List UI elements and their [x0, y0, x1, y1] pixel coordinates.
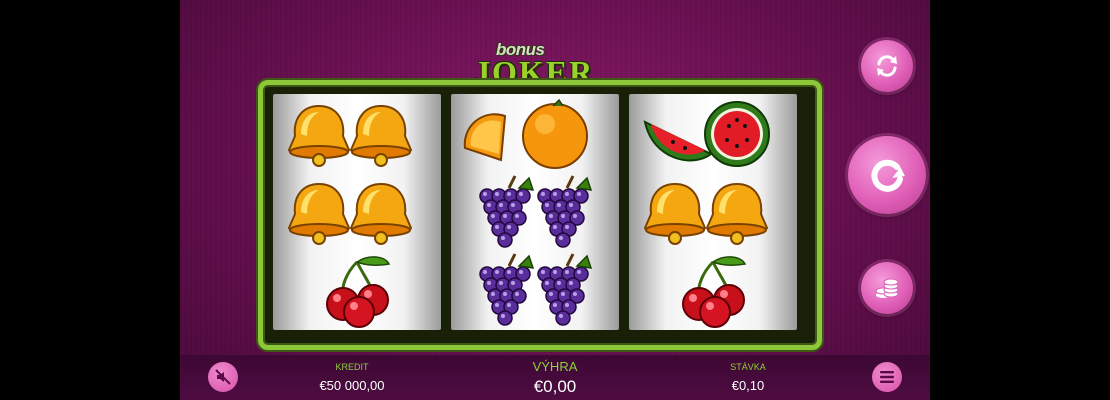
- sound-muted-icon: [215, 369, 231, 385]
- orange-symbol: [455, 96, 615, 172]
- watermelon-symbol: [633, 96, 793, 172]
- credit-label: KREDIT: [335, 362, 369, 372]
- menu-button[interactable]: [872, 362, 902, 392]
- sound-button[interactable]: [208, 362, 238, 392]
- autoplay-arrows-icon: [877, 55, 897, 77]
- bet-button[interactable]: [861, 262, 913, 314]
- reel-1: [273, 94, 441, 330]
- bet-display: STÁVKA €0,10: [668, 362, 828, 393]
- bell-symbol: [277, 174, 437, 250]
- credit-value: €50 000,00: [319, 378, 385, 393]
- cherry-symbol: [633, 252, 793, 328]
- credit-display: KREDIT €50 000,00: [272, 362, 432, 393]
- grapes-symbol: [455, 252, 615, 328]
- bet-value: €0,10: [731, 378, 765, 393]
- win-value: €0,00: [533, 377, 577, 396]
- reel-2: [451, 94, 619, 330]
- cherry-symbol: [277, 252, 437, 328]
- bet-label: STÁVKA: [730, 362, 766, 372]
- autoplay-button[interactable]: [861, 40, 913, 92]
- spin-button[interactable]: [848, 136, 926, 214]
- win-label: VÝHRA: [532, 359, 578, 374]
- spin-arrow-icon: [871, 159, 905, 192]
- win-display: VÝHRA €0,00: [475, 359, 635, 397]
- grapes-symbol: [455, 174, 615, 250]
- game-stage: bonus JOKER KREDIT €50 000,00 VÝHRA €0,0…: [180, 0, 930, 400]
- reel-3: [629, 94, 797, 330]
- bottom-bar: KREDIT €50 000,00 VÝHRA €0,00 STÁVKA €0,…: [180, 355, 930, 400]
- coins-icon: [875, 278, 899, 298]
- reel-frame: [258, 80, 822, 350]
- bell-symbol: [277, 96, 437, 172]
- hamburger-menu-icon: [880, 371, 894, 383]
- bell-symbol: [633, 174, 793, 250]
